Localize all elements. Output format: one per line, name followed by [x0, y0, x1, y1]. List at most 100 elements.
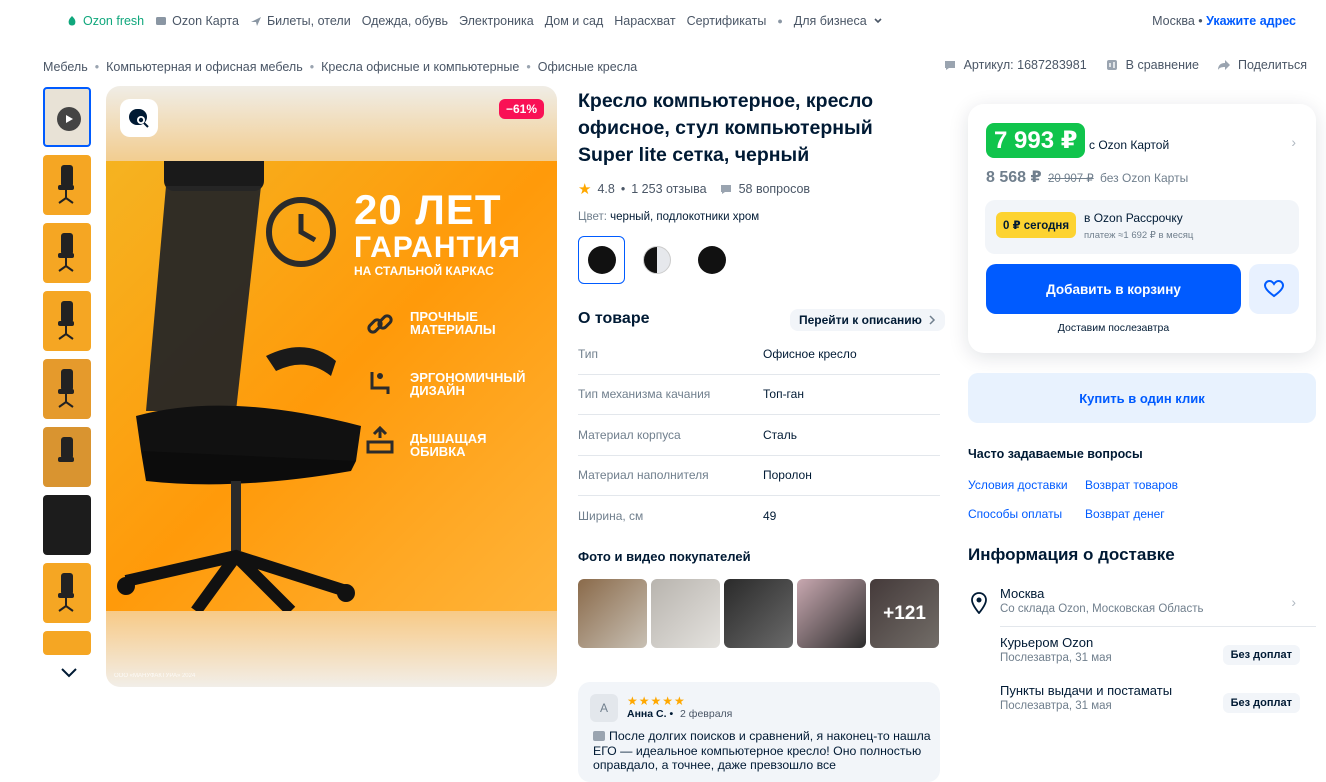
rating-value[interactable]: 4.8: [597, 182, 614, 196]
star-icon: ★: [578, 181, 592, 198]
about-heading: О товаре: [578, 310, 650, 327]
regular-price: 8 568 ₽: [986, 169, 1042, 186]
color-label: Цвет: черный, подлокотники хром: [578, 211, 760, 223]
play-icon: [57, 107, 81, 131]
favorite-button[interactable]: [1249, 264, 1299, 314]
nav-certificates[interactable]: Сертификаты: [687, 14, 767, 28]
ozon-fresh-icon: [68, 16, 76, 26]
installment-title: в Ozon Рассрочку: [1084, 211, 1183, 225]
breadcrumb: Мебель • Компьютерная и офисная мебель • К…: [43, 60, 637, 74]
region-selector[interactable]: Москва • Укажите адрес: [1152, 14, 1296, 28]
faq-link-delivery-terms[interactable]: Условия доставки: [968, 478, 1068, 492]
nav-ozon-fresh[interactable]: Ozon fresh: [66, 14, 144, 28]
promo-title: 20 ЛЕТ: [354, 186, 502, 233]
chevron-down-icon[interactable]: [60, 666, 78, 680]
breadcrumb-item[interactable]: Кресла офисные и компьютерные: [321, 60, 519, 74]
card-price-label: с Ozon Картой: [1089, 138, 1170, 152]
thumbnail-image[interactable]: [43, 495, 91, 555]
breadcrumb-item[interactable]: Офисные кресла: [538, 60, 637, 74]
address-link[interactable]: Укажите адрес: [1206, 14, 1296, 28]
location-pin-icon: [971, 592, 987, 614]
free-badge: Без доплат: [1222, 645, 1300, 665]
chair-icon: [58, 233, 74, 272]
thumbnail-image[interactable]: [43, 291, 91, 351]
sku[interactable]: Артикул: 1687283981: [943, 58, 1087, 72]
clock-icon: [266, 197, 336, 267]
installment-subtitle: платеж ≈1 692 ₽ в месяц: [1084, 230, 1194, 241]
chevron-right-icon[interactable]: ›: [1291, 134, 1296, 150]
questions-link[interactable]: 58 вопросов: [739, 182, 810, 196]
card-price[interactable]: 7 993 ₽: [986, 123, 1086, 158]
buyer-photo[interactable]: [797, 579, 866, 648]
thumbnail-image[interactable]: [43, 155, 91, 215]
thumbnail-video[interactable]: [43, 87, 91, 147]
regular-price-label: без Ozon Карты: [1100, 171, 1189, 185]
nav-home-garden[interactable]: Дом и сад: [545, 14, 604, 28]
thumbnail-image[interactable]: [43, 223, 91, 283]
breadcrumb-item[interactable]: Компьютерная и офисная мебель: [106, 60, 303, 74]
feature-label: ПРОЧНЫЕ МАТЕРИАЛЫ: [410, 309, 496, 337]
spec-row: Тип механизма качания Топ-ган: [578, 375, 940, 415]
search-image-icon: [129, 109, 149, 128]
buyer-photos: +121: [578, 579, 939, 648]
color-swatch-black[interactable]: [578, 236, 625, 284]
nav-business[interactable]: Для бизнеса: [794, 14, 884, 28]
buy-one-click-button[interactable]: Купить в один клик: [968, 373, 1316, 423]
spec-table: Тип Офисное кресло Тип механизма качания Т…: [578, 334, 940, 537]
faq-link-payment[interactable]: Способы оплаты: [968, 507, 1062, 521]
faq-link-returns[interactable]: Возврат товаров: [1085, 478, 1178, 492]
spec-row: Ширина, см 49: [578, 509, 777, 524]
nav-tickets[interactable]: Билеты, отели: [250, 14, 351, 28]
go-to-description-button[interactable]: Перейти к описанию: [790, 309, 945, 331]
promo-subtitle: ГАРАНТИЯ: [354, 231, 521, 264]
spec-row: Материал корпуса Сталь: [578, 415, 940, 456]
chair-icon: [58, 301, 74, 340]
buyer-photo[interactable]: [651, 579, 720, 648]
color-swatch-black-white[interactable]: [633, 236, 680, 284]
share-icon: [1217, 60, 1230, 70]
heart-icon: [1264, 280, 1284, 298]
buyer-photo-more[interactable]: +121: [870, 579, 939, 648]
installment-block[interactable]: 0 ₽ сегодня в Ozon Рассрочку платеж ≈1 6…: [985, 200, 1299, 254]
share-button[interactable]: Поделиться: [1217, 58, 1307, 72]
buyer-photo[interactable]: [724, 579, 793, 648]
gallery-thumbnails: [43, 87, 93, 663]
color-value: черный, подлокотники хром: [610, 211, 760, 223]
spec-row: Тип Офисное кресло: [578, 334, 940, 375]
top-navigation: Ozon fresh Ozon Карта Билеты, отели Одеж…: [0, 0, 1326, 42]
chat-icon: [944, 61, 955, 70]
chair-icon: [58, 573, 74, 612]
nav-clothes[interactable]: Одежда, обувь: [362, 14, 448, 28]
swatch-color: [587, 246, 616, 274]
chair-icon: [58, 369, 74, 408]
spec-row: Материал наполнителя Поролон: [578, 456, 940, 496]
delivery-city[interactable]: Москва Со склада Ozon, Московская Област…: [1000, 586, 1316, 615]
nav-electronics[interactable]: Электроника: [459, 14, 534, 28]
reviews-link[interactable]: 1 253 отзыва: [631, 182, 706, 196]
faq-link-refund[interactable]: Возврат денег: [1085, 507, 1165, 521]
thumbnail-image[interactable]: [43, 563, 91, 623]
zoom-button[interactable]: [120, 99, 158, 137]
delivery-heading: Информация о доставке: [968, 545, 1175, 564]
main-product-image[interactable]: ООО «МАНУФАКТУРА» 2024 20 ЛЕТ ГАРАНТИЯ Н…: [106, 86, 557, 687]
breadcrumb-item[interactable]: Мебель: [43, 60, 88, 74]
plane-icon: [250, 17, 261, 26]
nav-bestsellers[interactable]: Нарасхват: [614, 14, 675, 28]
buyer-photo[interactable]: [578, 579, 647, 648]
review-card[interactable]: А ★★★★★ Анна С. • 2 февраля После долгих…: [578, 682, 940, 782]
thumbnail-image[interactable]: [43, 359, 91, 419]
review-author: Анна С. • 2 февраля: [627, 708, 733, 720]
feature-label: ДЫШАЩАЯ ОБИВКА: [410, 431, 487, 459]
add-to-cart-button[interactable]: Добавить в корзину: [986, 264, 1241, 314]
color-swatch-black-alt[interactable]: [688, 236, 735, 284]
compare-button[interactable]: В сравнение: [1105, 58, 1199, 72]
feature-label: ЭРГОНОМИЧНЫЙ ДИЗАЙН: [410, 370, 526, 398]
thumbnail-image[interactable]: [43, 631, 91, 655]
faq-heading: Часто задаваемые вопросы: [968, 447, 1143, 461]
delivery-note: Доставим послезавтра: [1057, 322, 1170, 334]
thumbnail-image[interactable]: [43, 427, 91, 487]
review-text: После долгих поисков и сравнений, я нако…: [593, 729, 931, 772]
product-title: Кресло компьютерное, кресло офисное, сту…: [578, 90, 874, 166]
nav-ozon-card[interactable]: Ozon Карта: [155, 14, 239, 28]
card-icon: [156, 17, 167, 25]
